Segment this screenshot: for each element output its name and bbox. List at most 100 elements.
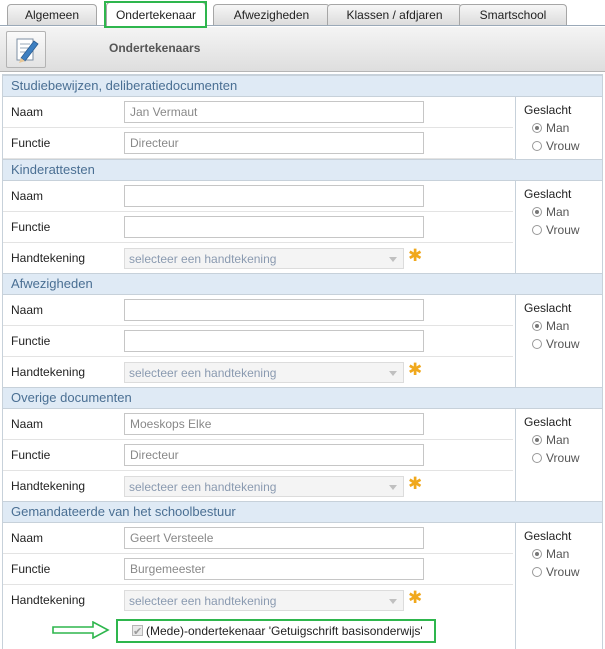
functie-label: Functie (11, 562, 51, 576)
radio-checked-icon[interactable] (532, 549, 542, 559)
handtekening-row: Handtekening selecteer een handtekening … (3, 471, 513, 501)
handtekening-select[interactable]: selecteer een handtekening (124, 362, 404, 383)
functie-row: Functie Directeur (3, 440, 513, 471)
naam-input[interactable]: Moeskops Elke (124, 413, 424, 435)
section-title: Studiebewijzen, deliberatiedocumenten (3, 75, 602, 97)
handtekening-label: Handtekening (11, 593, 86, 607)
radio-checked-icon[interactable] (532, 435, 542, 445)
radio-man[interactable]: Man (524, 547, 602, 561)
radio-vrouw-label: Vrouw (546, 451, 580, 465)
handtekening-select[interactable]: selecteer een handtekening (124, 248, 404, 269)
radio-man[interactable]: Man (524, 205, 602, 219)
section-title: Overige documenten (3, 387, 602, 409)
handtekening-label: Handtekening (11, 365, 86, 379)
radio-vrouw-label: Vrouw (546, 565, 580, 579)
functie-row: Functie (3, 212, 513, 243)
handtekening-select[interactable]: selecteer een handtekening (124, 590, 404, 611)
radio-unchecked-icon[interactable] (532, 141, 542, 151)
tab-afwezigheden[interactable]: Afwezigheden (213, 4, 330, 25)
arrow-right-icon (52, 621, 110, 639)
radio-vrouw[interactable]: Vrouw (524, 223, 602, 237)
tab-klassen-afdjaren[interactable]: Klassen / afdjaren (327, 4, 462, 25)
functie-input[interactable]: Directeur (124, 444, 424, 466)
radio-vrouw[interactable]: Vrouw (524, 565, 602, 579)
radio-unchecked-icon[interactable] (532, 567, 542, 577)
naam-label: Naam (11, 417, 44, 431)
asterisk-icon[interactable]: ✱ (408, 246, 422, 266)
section-afwezigheden: Naam Functie Handtekening selecteer een … (3, 295, 602, 387)
naam-row: Naam (3, 181, 513, 212)
naam-input[interactable]: Jan Vermaut (124, 101, 424, 123)
naam-input[interactable] (124, 299, 424, 321)
radio-unchecked-icon[interactable] (532, 339, 542, 349)
functie-input[interactable]: Directeur (124, 132, 424, 154)
asterisk-icon[interactable]: ✱ (408, 360, 422, 380)
functie-label: Functie (11, 334, 51, 348)
section-title: Afwezigheden (3, 273, 602, 295)
chevron-down-icon (389, 371, 397, 376)
gender-group: Geslacht Man Vrouw (515, 295, 602, 387)
section-studiebewijzen: Naam Jan Vermaut Functie Directeur Gesla… (3, 97, 602, 159)
gender-group: Geslacht Man Vrouw (515, 409, 602, 501)
functie-input[interactable]: Burgemeester (124, 558, 424, 580)
handtekening-label: Handtekening (11, 251, 86, 265)
gender-group: Geslacht Man Vrouw (515, 181, 602, 273)
tab-algemeen[interactable]: Algemeen (7, 4, 97, 25)
functie-label: Functie (11, 220, 51, 234)
select-placeholder: selecteer een handtekening (129, 594, 277, 608)
checkmark-icon: ✔ (133, 626, 143, 638)
tab-smartschool[interactable]: Smartschool (459, 4, 567, 25)
co-signer-checkbox[interactable]: ✔ (Mede)-ondertekenaar 'Getuigschrift bas… (116, 619, 436, 643)
functie-input[interactable] (124, 330, 424, 352)
radio-unchecked-icon[interactable] (532, 453, 542, 463)
radio-man-label: Man (546, 547, 570, 561)
radio-man[interactable]: Man (524, 433, 602, 447)
checkbox-checked-icon[interactable]: ✔ (132, 625, 143, 638)
naam-input[interactable] (124, 185, 424, 207)
active-tab-highlight (104, 1, 207, 28)
section-gemandateerde: Naam Geert Versteele Functie Burgemeeste… (3, 523, 602, 649)
handtekening-select[interactable]: selecteer een handtekening (124, 476, 404, 497)
naam-row: Naam Moeskops Elke (3, 409, 513, 440)
radio-vrouw[interactable]: Vrouw (524, 451, 602, 465)
radio-vrouw-label: Vrouw (546, 139, 580, 153)
functie-label: Functie (11, 448, 51, 462)
radio-man-label: Man (546, 121, 570, 135)
select-placeholder: selecteer een handtekening (129, 252, 277, 266)
select-placeholder: selecteer een handtekening (129, 480, 277, 494)
gender-group: Geslacht Man Vrouw (515, 523, 602, 649)
radio-vrouw[interactable]: Vrouw (524, 139, 602, 153)
asterisk-icon[interactable]: ✱ (408, 474, 422, 494)
gender-group: Geslacht Man Vrouw (515, 97, 602, 159)
radio-man[interactable]: Man (524, 319, 602, 333)
geslacht-label: Geslacht (524, 415, 572, 429)
radio-man-label: Man (546, 205, 570, 219)
chevron-down-icon (389, 485, 397, 490)
radio-man[interactable]: Man (524, 121, 602, 135)
naam-input[interactable]: Geert Versteele (124, 527, 424, 549)
page-title: Ondertekenaars (109, 41, 201, 55)
functie-input[interactable] (124, 216, 424, 238)
handtekening-row: Handtekening selecteer een handtekening … (3, 357, 513, 387)
geslacht-label: Geslacht (524, 187, 572, 201)
section-overige-documenten: Naam Moeskops Elke Functie Directeur Han… (3, 409, 602, 501)
naam-row: Naam (3, 295, 513, 326)
naam-label: Naam (11, 303, 44, 317)
geslacht-label: Geslacht (524, 301, 572, 315)
radio-checked-icon[interactable] (532, 123, 542, 133)
page-header: Ondertekenaars (0, 27, 605, 72)
functie-label: Functie (11, 136, 51, 150)
radio-checked-icon[interactable] (532, 321, 542, 331)
radio-unchecked-icon[interactable] (532, 225, 542, 235)
radio-vrouw-label: Vrouw (546, 223, 580, 237)
chevron-down-icon (389, 257, 397, 262)
section-title: Gemandateerde van het schoolbestuur (3, 501, 602, 523)
radio-checked-icon[interactable] (532, 207, 542, 217)
radio-man-label: Man (546, 433, 570, 447)
asterisk-icon[interactable]: ✱ (408, 588, 422, 608)
handtekening-row: Handtekening selecteer een handtekening … (3, 243, 513, 273)
naam-label: Naam (11, 531, 44, 545)
geslacht-label: Geslacht (524, 103, 572, 117)
co-signer-label: (Mede)-ondertekenaar 'Getuigschrift basi… (146, 624, 423, 638)
radio-vrouw[interactable]: Vrouw (524, 337, 602, 351)
